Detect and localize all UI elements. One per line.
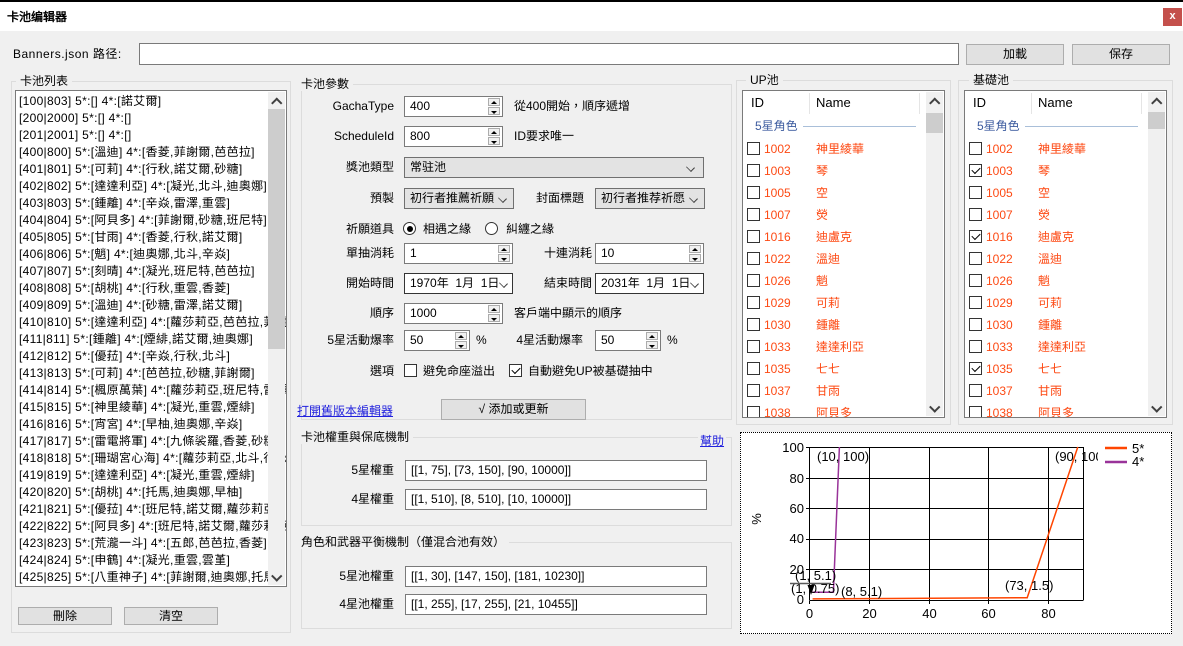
svg-text:80: 80 — [790, 471, 804, 486]
svg-text:100: 100 — [782, 440, 804, 455]
svg-text:0: 0 — [806, 606, 813, 621]
svg-text:60: 60 — [981, 606, 995, 621]
svg-text:(10, 100): (10, 100) — [817, 449, 869, 464]
svg-text:(73, 1.5): (73, 1.5) — [1005, 578, 1053, 593]
svg-text:20: 20 — [862, 606, 876, 621]
svg-text:60: 60 — [790, 501, 804, 516]
svg-text:4*: 4* — [1132, 454, 1144, 469]
svg-text:(8, 5.1): (8, 5.1) — [841, 584, 882, 599]
svg-text:%: % — [749, 513, 764, 525]
svg-text:80: 80 — [1041, 606, 1055, 621]
svg-text:40: 40 — [790, 531, 804, 546]
svg-text:40: 40 — [922, 606, 936, 621]
